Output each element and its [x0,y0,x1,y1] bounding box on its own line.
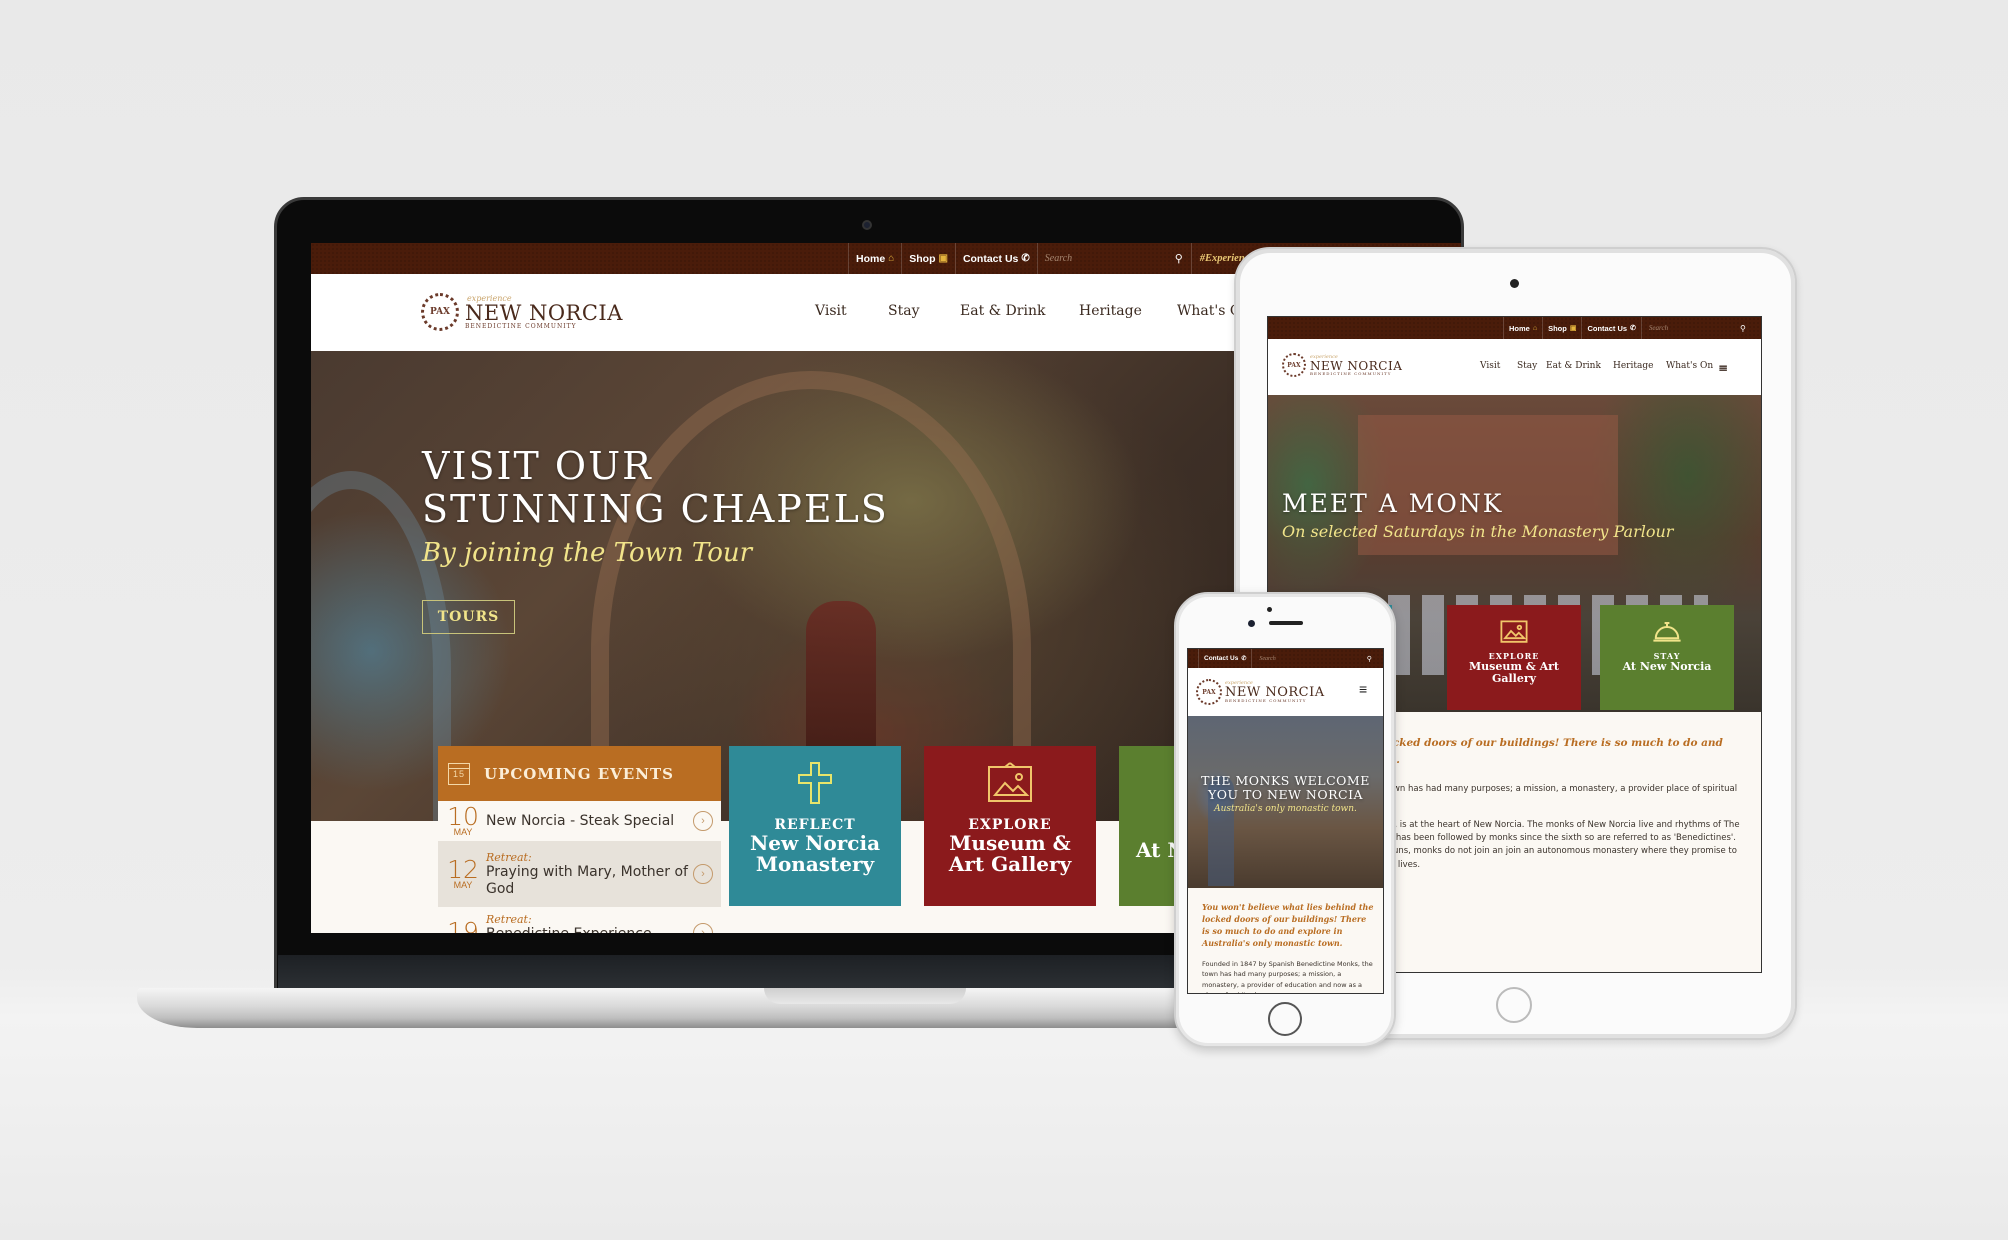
logo-subtitle: BENEDICTINE COMMUNITY [465,322,577,330]
search-icon[interactable]: ⚲ [1359,649,1379,668]
phone-camera [1248,620,1255,627]
logo-name: NEW NORCIA [465,300,623,325]
bag-icon: ▣ [1569,325,1577,332]
pax-seal-icon: PAX [1282,353,1306,377]
nav-eat-drink[interactable]: Eat & Drink [960,303,1079,319]
nav-whats-on[interactable]: What's On [1666,361,1718,375]
topbar-contact-link[interactable]: Contact Us ✆ [1581,317,1640,339]
tile-explore-museum[interactable]: EXPLORE Museum & Art Gallery [1447,605,1581,710]
cross-icon [798,762,832,804]
site-logo[interactable]: PAX experience NEW NORCIA BENEDICTINE CO… [1282,353,1402,377]
topbar-shop-link[interactable]: Shop ▣ [1542,317,1581,339]
chevron-right-icon[interactable]: › [693,923,713,933]
phone-icon: ✆ [1241,656,1247,662]
search-input[interactable]: Search [1251,649,1359,668]
site-header: PAX experience NEW NORCIA BENEDICTINE CO… [1188,668,1383,716]
framed-picture-icon [988,762,1032,802]
topbar-contact-link[interactable]: Contact Us ✆ [1198,649,1251,668]
search-input[interactable]: Search [1036,243,1167,274]
home-icon: ⌂ [1532,324,1538,332]
nav-heritage[interactable]: Heritage [1079,303,1177,319]
event-item[interactable]: 10 MAY New Norcia - Steak Special › [438,801,721,841]
topbar-home-link[interactable]: Home ⌂ [1503,317,1542,339]
bag-icon: ▣ [938,253,948,264]
intro-lead: You won't believe what lies behind the l… [1202,902,1374,948]
nav-stay[interactable]: Stay [1517,361,1546,375]
laptop-camera [862,220,872,230]
tile-stay-at-new-norcia[interactable]: STAY At New Norcia [1600,605,1734,710]
service-bell-icon [1653,622,1681,642]
tablet-home-button [1496,987,1532,1023]
home-icon: ⌂ [888,253,895,264]
nav-visit[interactable]: Visit [815,303,888,319]
topbar-shop-link[interactable]: Shop ▣ [901,243,955,274]
topbar-contact-link[interactable]: Contact Us ✆ [954,243,1037,274]
hamburger-menu-icon[interactable]: ≡ [1718,361,1728,375]
hero-title: VISIT OUR STUNNING CHAPELS [422,444,889,531]
phone-home-button [1268,1002,1302,1036]
framed-picture-icon [1500,620,1528,643]
event-item[interactable]: 19MAY Retreat:Benedictine Experience › [438,907,721,933]
intro-paragraph-1: Founded in 1847 by Spanish Benedictine M… [1202,960,1373,993]
calendar-icon: 15 [448,762,470,785]
phone-icon: ✆ [1021,253,1030,264]
event-item[interactable]: 12 MAY Retreat: Praying with Mary, Mother … [438,841,721,907]
hero-banner: THE MONKS WELCOME YOU TO NEW NORCIA Aust… [1188,716,1383,888]
chevron-right-icon[interactable]: › [693,811,713,831]
hero-title: MEET A MONK [1282,489,1504,518]
phone-icon: ✆ [1630,325,1636,332]
phone-speaker [1269,621,1303,625]
main-nav: Visit Stay Eat & Drink Heritage What's O… [1480,361,1728,375]
nav-heritage[interactable]: Heritage [1613,361,1666,375]
hero-title: THE MONKS WELCOME YOU TO NEW NORCIA [1201,773,1370,802]
events-heading: 15 UPCOMING EVENTS [438,746,721,801]
search-icon[interactable]: ⚲ [1731,317,1755,339]
topbar-home-link[interactable]: Home ⌂ [848,243,901,274]
search-icon[interactable]: ⚲ [1167,243,1191,274]
site-header: PAX experience NEW NORCIA BENEDICTINE CO… [1268,339,1761,395]
tile-reflect-monastery[interactable]: REFLECT New Norcia Monastery [729,746,901,906]
tablet-camera [1510,279,1519,288]
pax-seal-icon: PAX [421,293,459,331]
hero-subtitle: By joining the Town Tour [422,538,753,568]
utility-bar: Home ⌂ Shop ▣ Contact Us ✆ Search ⚲ [1268,317,1761,339]
hamburger-menu-icon[interactable]: ≡ [1359,681,1367,697]
tile-explore-museum[interactable]: EXPLORE Museum & Art Gallery [924,746,1096,906]
chevron-right-icon[interactable]: › [693,864,713,884]
tours-button[interactable]: TOURS [422,600,515,634]
site-logo[interactable]: PAX experience NEW NORCIA BENEDICTINE CO… [1196,679,1325,705]
laptop-opening-notch [764,988,966,1004]
hero-subtitle: Australia's only monastic town. [1214,804,1357,814]
search-input[interactable]: Search [1640,317,1731,339]
hero-subtitle: On selected Saturdays in the Monastery P… [1282,522,1674,541]
upcoming-events-panel: 15 UPCOMING EVENTS 10 MAY New Norcia - St… [438,746,721,933]
site-logo[interactable]: PAX experience NEW NORCIA BENEDICTINE CO… [421,293,623,331]
phone-sensor [1267,607,1272,612]
utility-bar: Contact Us ✆ Search ⚲ [1188,649,1383,668]
pax-seal-icon: PAX [1196,679,1222,705]
main-nav: Visit Stay Eat & Drink Heritage What's O… [815,303,1257,319]
nav-eat-drink[interactable]: Eat & Drink [1546,361,1613,375]
nav-stay[interactable]: Stay [888,303,960,319]
nav-visit[interactable]: Visit [1480,361,1517,375]
phone-screen: Contact Us ✆ Search ⚲ PAX experience NEW … [1187,648,1384,994]
